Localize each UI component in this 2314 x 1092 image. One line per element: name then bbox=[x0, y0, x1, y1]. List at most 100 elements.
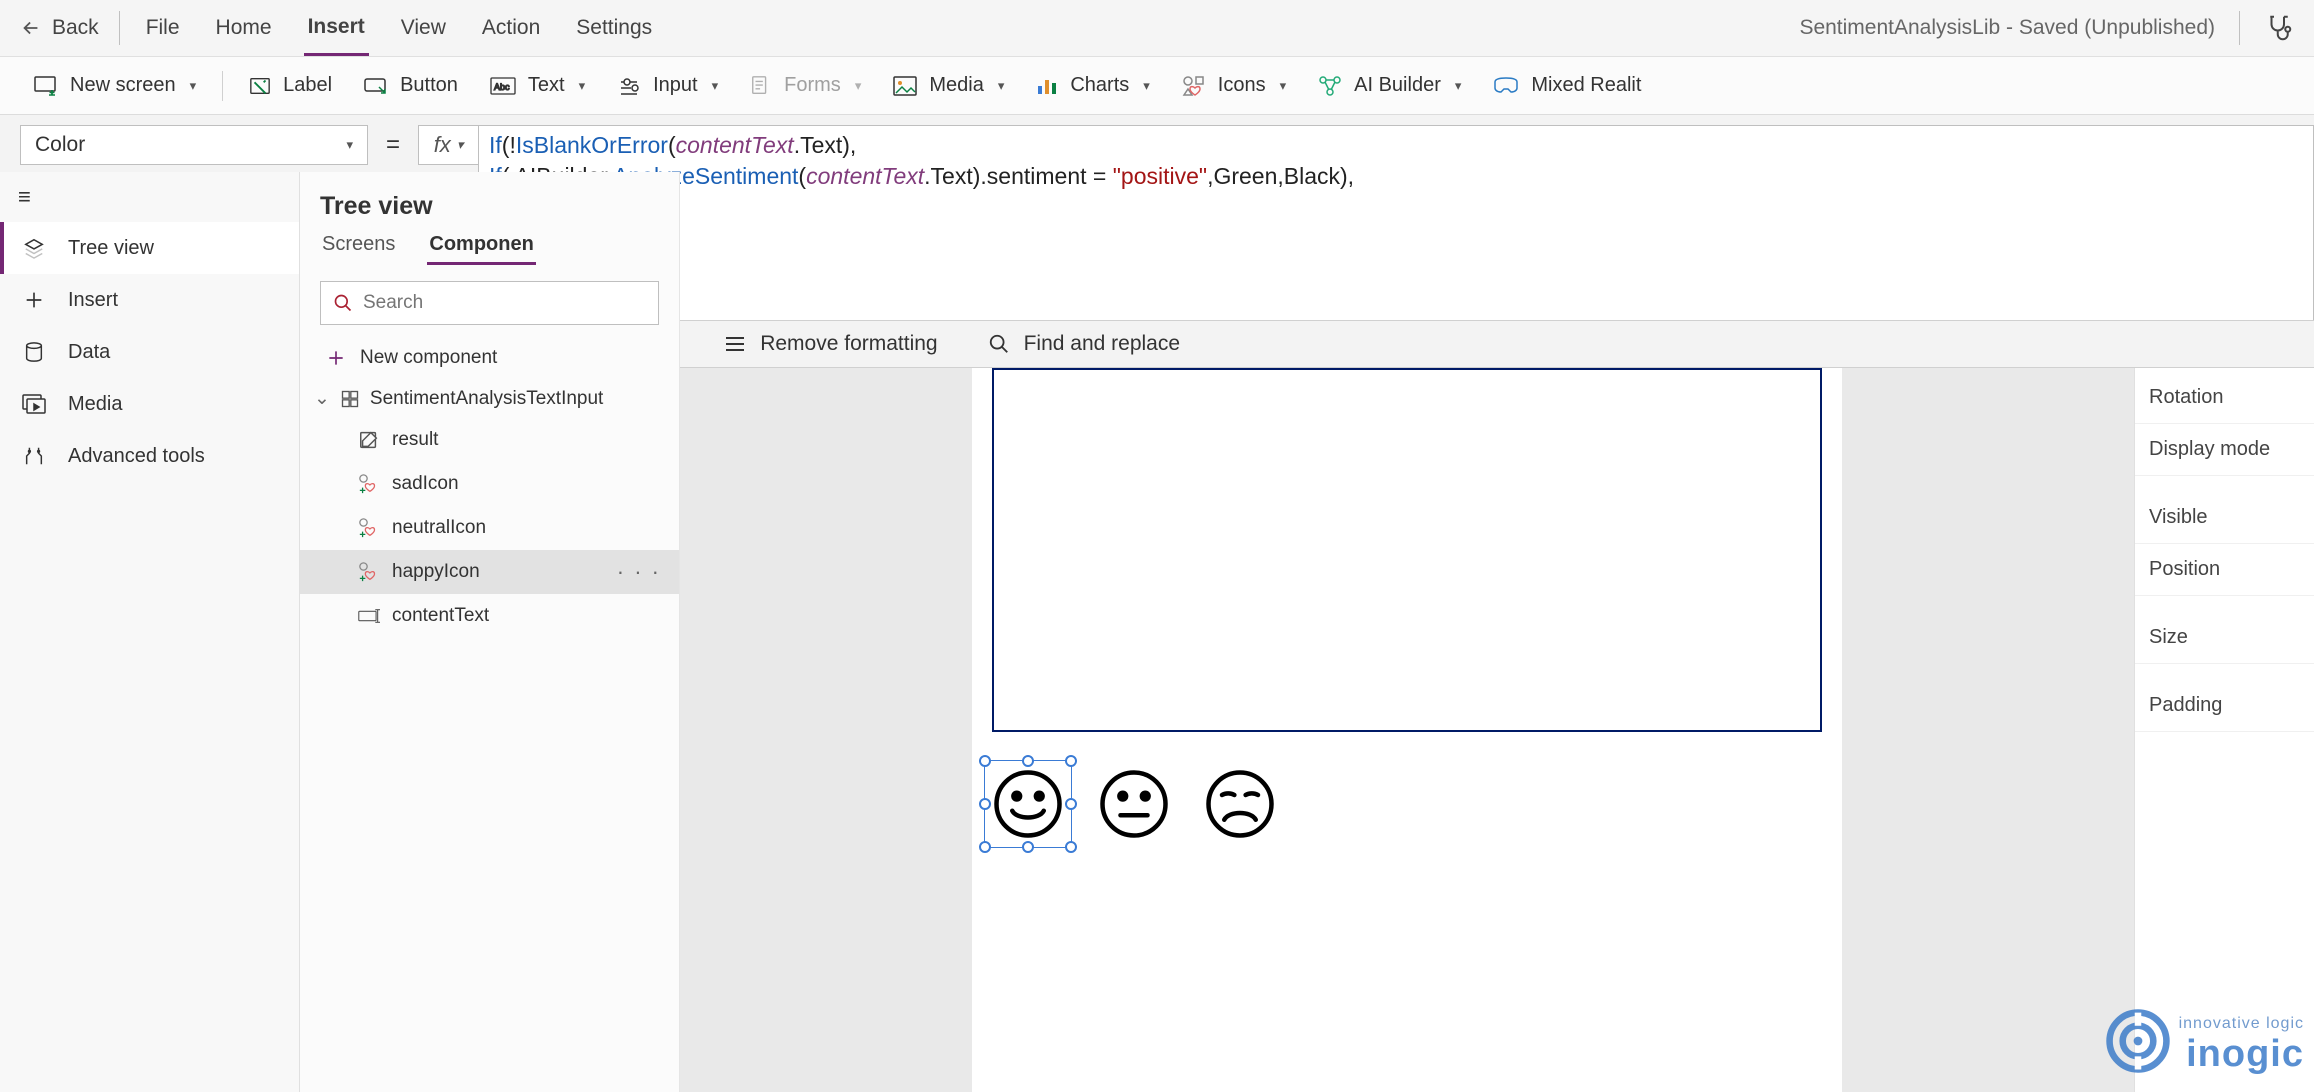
health-check-icon[interactable] bbox=[2264, 13, 2294, 43]
new-screen-button[interactable]: New screen ▾ bbox=[20, 68, 210, 103]
tree-view-panel: Tree view Screens Componen New component… bbox=[300, 172, 680, 1092]
mixed-reality-button[interactable]: Mixed Realit bbox=[1479, 68, 1655, 103]
resize-handle[interactable] bbox=[979, 755, 991, 767]
tree-search[interactable] bbox=[320, 281, 659, 325]
insert-ribbon: New screen ▾ Label Button Abc Text ▾ Inp… bbox=[0, 57, 2314, 115]
resize-handle[interactable] bbox=[1022, 841, 1034, 853]
tab-home[interactable]: Home bbox=[212, 2, 276, 54]
forms-button[interactable]: Forms ▾ bbox=[736, 68, 875, 103]
resize-handle[interactable] bbox=[979, 841, 991, 853]
text-button[interactable]: Abc Text ▾ bbox=[476, 68, 599, 103]
formula-editor[interactable]: If(!IsBlankOrError(contentText.Text), If… bbox=[478, 125, 2314, 335]
neutral-icon[interactable] bbox=[1098, 768, 1170, 840]
properties-pane: Rotation Display mode Visible Position S… bbox=[2134, 368, 2314, 1092]
chevron-down-icon: ▾ bbox=[190, 78, 197, 94]
resize-handle[interactable] bbox=[1065, 755, 1077, 767]
left-nav-rail: ≡ Tree view Insert Data Media Advanced t… bbox=[0, 172, 300, 1092]
tree-item-contentText[interactable]: contentText bbox=[300, 594, 679, 638]
remove-formatting-button[interactable]: Remove formatting bbox=[724, 332, 937, 356]
search-icon bbox=[333, 293, 353, 313]
screen-icon bbox=[34, 76, 58, 96]
rail-label: Media bbox=[68, 393, 122, 416]
prop-position[interactable]: Position bbox=[2135, 544, 2314, 596]
text-icon: Abc bbox=[490, 77, 516, 95]
rail-advanced-tools[interactable]: Advanced tools bbox=[0, 430, 299, 482]
tab-view[interactable]: View bbox=[397, 2, 450, 54]
input-button[interactable]: Input ▾ bbox=[603, 68, 732, 103]
chevron-down-icon: ▾ bbox=[457, 137, 464, 153]
search-input[interactable] bbox=[363, 292, 646, 314]
new-component-label: New component bbox=[360, 347, 497, 369]
property-selector[interactable]: Color ▾ bbox=[20, 125, 368, 165]
mixed-reality-label: Mixed Realit bbox=[1531, 74, 1641, 97]
prop-padding[interactable]: Padding bbox=[2135, 680, 2314, 732]
property-value: Color bbox=[35, 133, 85, 157]
sad-icon[interactable] bbox=[1204, 768, 1276, 840]
formula-token: ( bbox=[668, 132, 676, 158]
watermark-brand: inogic bbox=[2186, 1033, 2304, 1076]
happy-icon[interactable] bbox=[992, 768, 1064, 840]
canvas-area[interactable] bbox=[680, 368, 2134, 1092]
prop-visible[interactable]: Visible bbox=[2135, 492, 2314, 544]
resize-handle[interactable] bbox=[979, 798, 991, 810]
rail-insert[interactable]: Insert bbox=[0, 274, 299, 326]
more-options-button[interactable]: · · · bbox=[617, 559, 661, 585]
formula-token: (! bbox=[502, 132, 516, 158]
tree-item-happyIcon[interactable]: happyIcon · · · bbox=[300, 550, 679, 594]
rail-tree-view[interactable]: Tree view bbox=[0, 222, 299, 274]
charts-button[interactable]: Charts ▾ bbox=[1022, 68, 1163, 103]
tree-root-node[interactable]: ⌄ SentimentAnalysisTextInput bbox=[300, 379, 679, 418]
back-button[interactable]: Back bbox=[20, 11, 120, 45]
find-replace-button[interactable]: Find and replace bbox=[988, 332, 1180, 356]
chevron-down-icon: ▾ bbox=[1455, 78, 1462, 94]
chevron-down-icon: ⌄ bbox=[314, 387, 330, 410]
edit-control-icon bbox=[358, 429, 380, 451]
new-screen-label: New screen bbox=[70, 74, 176, 97]
fx-label: fx bbox=[434, 132, 451, 158]
component-icon bbox=[340, 389, 360, 409]
remove-format-icon bbox=[724, 335, 746, 353]
text-label: Text bbox=[528, 74, 565, 97]
button-text: Button bbox=[400, 74, 458, 97]
content-text-input[interactable] bbox=[992, 368, 1822, 732]
prop-rotation[interactable]: Rotation bbox=[2135, 372, 2314, 424]
input-label: Input bbox=[653, 74, 697, 97]
resize-handle[interactable] bbox=[1065, 841, 1077, 853]
fx-button[interactable]: fx ▾ bbox=[418, 125, 478, 165]
rail-media[interactable]: Media bbox=[0, 378, 299, 430]
resize-handle[interactable] bbox=[1022, 755, 1034, 767]
tab-action[interactable]: Action bbox=[478, 2, 544, 54]
tree-tab-screens[interactable]: Screens bbox=[320, 227, 397, 265]
tree-tabs: Screens Componen bbox=[300, 227, 679, 269]
component-canvas[interactable] bbox=[972, 368, 1842, 1092]
tree-item-neutralIcon[interactable]: neutralIcon bbox=[300, 506, 679, 550]
tools-icon bbox=[22, 444, 46, 468]
prop-size[interactable]: Size bbox=[2135, 612, 2314, 664]
tab-insert[interactable]: Insert bbox=[304, 1, 369, 56]
tree-item-sadIcon[interactable]: sadIcon bbox=[300, 462, 679, 506]
icon-control-icon bbox=[358, 561, 380, 583]
watermark-tagline: innovative logic bbox=[2179, 1015, 2304, 1033]
plus-icon bbox=[22, 288, 46, 312]
prop-display-mode[interactable]: Display mode bbox=[2135, 424, 2314, 476]
formula-token: ,Green,Black), bbox=[1207, 163, 1354, 189]
svg-text:Abc: Abc bbox=[494, 82, 510, 92]
new-component-button[interactable]: New component bbox=[300, 337, 679, 379]
find-label: Find and replace bbox=[1024, 332, 1180, 356]
formula-token: .Text).sentiment = bbox=[924, 163, 1113, 189]
tab-settings[interactable]: Settings bbox=[572, 2, 656, 54]
rail-data[interactable]: Data bbox=[0, 326, 299, 378]
icons-button[interactable]: Icons ▾ bbox=[1168, 68, 1300, 103]
tree-item-label: happyIcon bbox=[392, 561, 480, 583]
tab-file[interactable]: File bbox=[142, 2, 184, 54]
button-button[interactable]: Button bbox=[350, 68, 472, 103]
tree-item-result[interactable]: result bbox=[300, 418, 679, 462]
tree-tab-components[interactable]: Componen bbox=[427, 227, 535, 265]
hamburger-button[interactable]: ≡ bbox=[0, 172, 299, 222]
equals-sign: = bbox=[386, 131, 400, 159]
ai-builder-button[interactable]: AI Builder ▾ bbox=[1304, 68, 1475, 103]
label-button[interactable]: Label bbox=[235, 68, 346, 103]
textinput-control-icon bbox=[358, 605, 380, 627]
tree-item-label: contentText bbox=[392, 605, 489, 627]
media-button[interactable]: Media ▾ bbox=[879, 68, 1018, 103]
